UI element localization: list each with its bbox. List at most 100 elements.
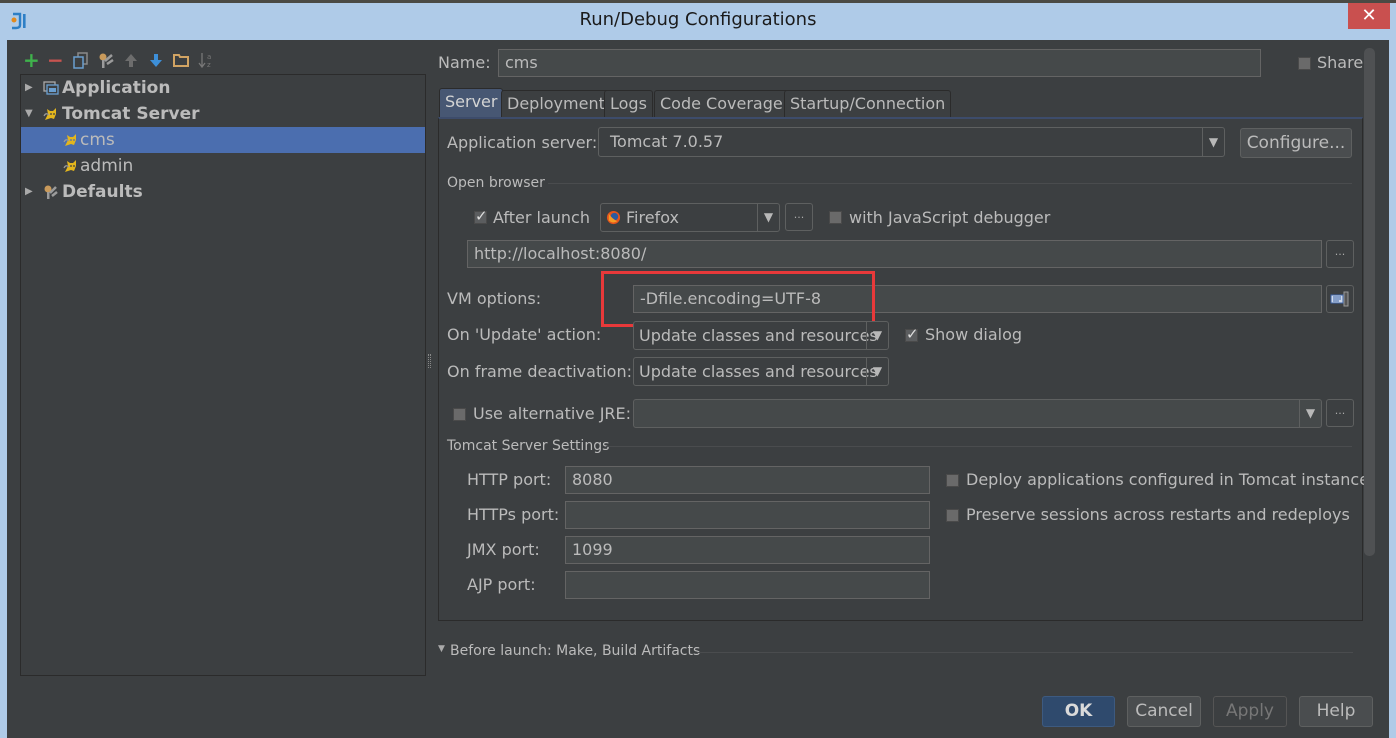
configuration-tree[interactable]: ▶ Application ▼ Tomcat Server cms admin … bbox=[20, 74, 426, 676]
share-checkbox[interactable] bbox=[1298, 57, 1311, 70]
tree-item-application[interactable]: ▶ Application bbox=[21, 75, 425, 101]
tree-item-label: Defaults bbox=[62, 182, 143, 202]
update-action-dropdown[interactable]: Update classes and resources ▼ bbox=[633, 321, 889, 350]
js-debugger-checkbox[interactable] bbox=[829, 211, 842, 224]
chevron-down-icon: ▼ bbox=[1202, 128, 1224, 156]
expand-text-icon bbox=[1330, 291, 1349, 307]
js-debugger-label: with JavaScript debugger bbox=[849, 208, 1051, 227]
chevron-down-icon: ▼ bbox=[1299, 400, 1321, 427]
alternative-jre-dropdown[interactable]: ▼ bbox=[633, 399, 1322, 428]
frame-deactivation-value: Update classes and resources bbox=[639, 362, 878, 381]
startup-url-input[interactable]: http://localhost:8080/ bbox=[467, 240, 1322, 268]
splitter-handle[interactable] bbox=[428, 354, 431, 368]
tab-server[interactable]: Server bbox=[439, 88, 504, 117]
tomcat-icon bbox=[63, 160, 76, 172]
tomcat-settings-group-label: Tomcat Server Settings bbox=[447, 438, 610, 454]
edit-defaults-icon[interactable] bbox=[98, 52, 115, 69]
before-launch-label[interactable]: Before launch: Make, Build Artifacts bbox=[450, 643, 700, 659]
tree-item-admin[interactable]: admin bbox=[21, 153, 425, 179]
chevron-down-icon: ▼ bbox=[866, 358, 888, 385]
browser-more-button[interactable]: ... bbox=[785, 203, 813, 231]
remove-icon[interactable]: − bbox=[47, 50, 64, 70]
tab-deployment[interactable]: Deployment bbox=[501, 90, 611, 117]
move-up-icon[interactable] bbox=[124, 53, 138, 68]
apply-button[interactable]: Apply bbox=[1213, 696, 1287, 727]
tab-code-coverage[interactable]: Code Coverage bbox=[654, 90, 789, 117]
tomcat-icon bbox=[63, 134, 76, 146]
folder-icon[interactable] bbox=[173, 53, 189, 67]
window-border bbox=[1389, 40, 1396, 738]
update-action-value: Update classes and resources bbox=[639, 326, 878, 345]
alternative-jre-label: Use alternative JRE: bbox=[473, 404, 632, 423]
preserve-sessions-checkbox[interactable] bbox=[946, 509, 959, 522]
expand-arrow-icon[interactable]: ▶ bbox=[25, 75, 37, 101]
firefox-icon bbox=[606, 210, 621, 225]
deploy-apps-label: Deploy applications configured in Tomcat… bbox=[966, 470, 1370, 489]
url-more-button[interactable]: ... bbox=[1326, 240, 1354, 268]
http-port-label: HTTP port: bbox=[467, 470, 552, 489]
sort-icon[interactable]: a z bbox=[198, 51, 214, 69]
name-input[interactable]: cms bbox=[498, 49, 1261, 77]
jmx-port-input[interactable]: 1099 bbox=[565, 536, 930, 564]
name-label: Name: bbox=[438, 53, 491, 72]
group-divider bbox=[697, 652, 1353, 653]
update-action-label: On 'Update' action: bbox=[447, 325, 602, 344]
alternative-jre-more-button[interactable]: ... bbox=[1326, 399, 1354, 427]
tree-item-label: Tomcat Server bbox=[62, 104, 200, 124]
tree-item-tomcat-server[interactable]: ▼ Tomcat Server bbox=[21, 101, 425, 127]
application-icon bbox=[43, 81, 59, 95]
tab-startup-connection[interactable]: Startup/Connection bbox=[784, 90, 952, 117]
ajp-port-input[interactable] bbox=[565, 571, 930, 599]
vm-options-label: VM options: bbox=[447, 289, 542, 308]
https-port-input[interactable] bbox=[565, 501, 930, 529]
highlight-annotation-box bbox=[601, 271, 875, 327]
browser-value: Firefox bbox=[626, 208, 679, 227]
group-divider bbox=[606, 446, 1352, 447]
open-browser-group-label: Open browser bbox=[447, 175, 545, 191]
tree-item-label: Application bbox=[62, 78, 171, 98]
help-button[interactable]: Help bbox=[1299, 696, 1373, 727]
tree-item-cms[interactable]: cms bbox=[21, 127, 425, 153]
copy-icon[interactable] bbox=[73, 52, 89, 69]
vertical-scrollbar[interactable] bbox=[1364, 48, 1375, 556]
tomcat-icon bbox=[43, 108, 56, 120]
add-icon[interactable]: + bbox=[23, 50, 40, 70]
svg-text:z: z bbox=[207, 61, 211, 69]
defaults-wrench-icon bbox=[44, 185, 58, 199]
after-launch-checkbox[interactable] bbox=[474, 207, 488, 225]
deploy-apps-checkbox[interactable] bbox=[946, 474, 959, 487]
group-divider bbox=[548, 183, 1352, 184]
http-port-input[interactable]: 8080 bbox=[565, 466, 930, 494]
ajp-port-label: AJP port: bbox=[467, 575, 536, 594]
ok-button[interactable]: OK bbox=[1042, 696, 1115, 727]
show-dialog-checkbox[interactable] bbox=[905, 325, 919, 343]
svg-text:a: a bbox=[207, 53, 211, 61]
frame-deactivation-label: On frame deactivation: bbox=[447, 362, 632, 381]
share-label: Share bbox=[1317, 53, 1364, 72]
before-launch-collapse-icon[interactable]: ▼ bbox=[438, 644, 445, 654]
configure-button[interactable]: Configure... bbox=[1240, 128, 1352, 158]
close-button[interactable]: ✕ bbox=[1348, 3, 1390, 29]
preserve-sessions-label: Preserve sessions across restarts and re… bbox=[966, 505, 1350, 524]
alternative-jre-checkbox[interactable] bbox=[453, 408, 466, 421]
browser-dropdown[interactable]: Firefox ▼ bbox=[600, 203, 780, 232]
after-launch-label: After launch bbox=[493, 208, 590, 227]
collapse-arrow-icon[interactable]: ▼ bbox=[25, 101, 37, 127]
move-down-icon[interactable] bbox=[149, 53, 163, 68]
tree-item-defaults[interactable]: ▶ Defaults bbox=[21, 179, 425, 205]
expand-vm-options-button[interactable] bbox=[1326, 285, 1354, 313]
frame-deactivation-dropdown[interactable]: Update classes and resources ▼ bbox=[633, 357, 889, 386]
chevron-down-icon: ▼ bbox=[866, 322, 888, 349]
application-server-dropdown[interactable]: Tomcat 7.0.57 ▼ bbox=[598, 127, 1225, 157]
application-server-label: Application server: bbox=[447, 133, 598, 152]
tab-logs[interactable]: Logs bbox=[604, 90, 653, 117]
show-dialog-label: Show dialog bbox=[925, 325, 1023, 344]
background-strip bbox=[0, 0, 1396, 3]
tree-item-label: admin bbox=[80, 156, 134, 176]
window-title: Run/Debug Configurations bbox=[579, 9, 817, 30]
chevron-down-icon: ▼ bbox=[757, 204, 779, 231]
application-server-value: Tomcat 7.0.57 bbox=[610, 132, 724, 151]
expand-arrow-icon[interactable]: ▶ bbox=[25, 179, 37, 205]
https-port-label: HTTPs port: bbox=[467, 505, 560, 524]
cancel-button[interactable]: Cancel bbox=[1127, 696, 1201, 727]
